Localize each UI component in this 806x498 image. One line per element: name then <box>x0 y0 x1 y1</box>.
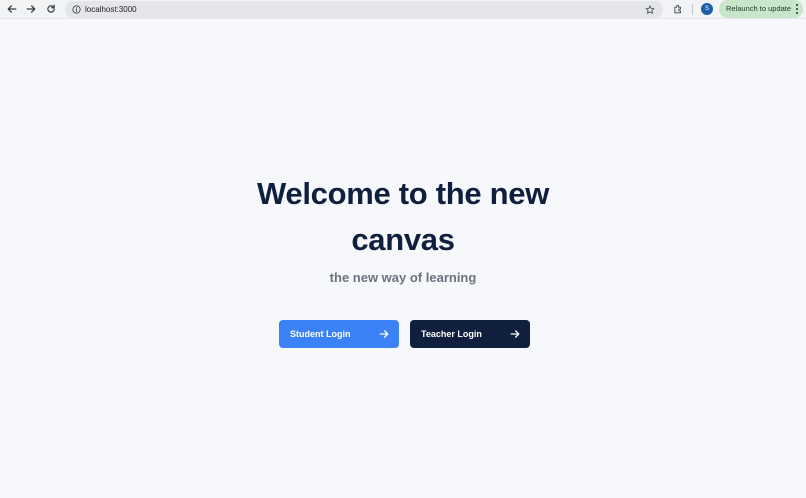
back-button[interactable] <box>5 2 19 16</box>
arrow-left-icon <box>7 5 17 13</box>
teacher-login-label: Teacher Login <box>421 329 482 339</box>
hero-title: Welcome to the new canvas <box>256 176 550 257</box>
reload-icon <box>47 4 55 13</box>
address-bar[interactable]: localhost:3000 <box>65 1 663 18</box>
arrow-right-icon <box>26 5 36 13</box>
relaunch-button[interactable]: Relaunch to update <box>719 0 803 18</box>
forward-button[interactable] <box>24 2 38 16</box>
toolbar-divider <box>692 4 693 15</box>
star-icon[interactable] <box>643 3 656 16</box>
info-icon[interactable] <box>70 3 83 16</box>
teacher-login-button[interactable]: Teacher Login <box>410 320 530 348</box>
browser-toolbar: localhost:3000 S Relaunch to update <box>0 0 806 19</box>
puzzle-icon[interactable] <box>671 2 685 16</box>
url-text[interactable]: localhost:3000 <box>85 3 137 16</box>
kebab-menu-icon[interactable] <box>795 4 799 14</box>
student-login-button[interactable]: Student Login <box>279 320 399 348</box>
reload-button[interactable] <box>44 2 58 16</box>
profile-avatar[interactable]: S <box>701 3 713 15</box>
arrow-right-icon <box>510 329 520 339</box>
student-login-label: Student Login <box>290 329 351 339</box>
relaunch-label: Relaunch to update <box>726 4 792 13</box>
arrow-right-icon <box>379 329 389 339</box>
landing-page: Welcome to the new canvas the new way of… <box>0 19 806 498</box>
hero-subtitle: the new way of learning <box>329 270 477 285</box>
